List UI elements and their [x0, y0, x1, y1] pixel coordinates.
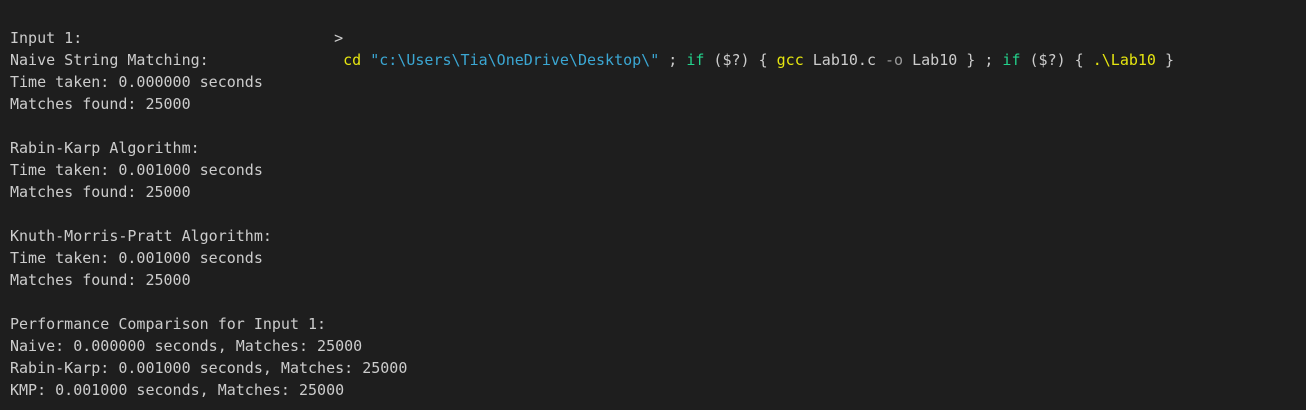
command-token: { [758, 51, 768, 69]
command-token: if [1002, 51, 1021, 69]
command-token: { [1074, 51, 1084, 69]
command-token: ; [984, 51, 994, 69]
command-token: gcc [776, 51, 804, 69]
command-token: if [686, 51, 705, 69]
output-line: Rabin-Karp Algorithm: [10, 139, 200, 157]
output-line: Time taken: 0.001000 seconds [10, 161, 263, 179]
output-line: Performance Comparison for Input 1: [10, 315, 327, 333]
output-line: Matches found: 25000 [10, 95, 191, 113]
output-line: Knuth-Morris-Pratt Algorithm: [10, 227, 272, 245]
command-token: } [966, 51, 976, 69]
command-line: > cd "c:\Users\Tia\OneDrive\Desktop\" ; … [298, 5, 1174, 93]
output-line: Naive: 0.000000 seconds, Matches: 25000 [10, 337, 363, 355]
command-token: ($?) [713, 51, 750, 69]
output-line: Naive String Matching: [10, 51, 209, 69]
output-line: Matches found: 25000 [10, 271, 191, 289]
command-token: } [1164, 51, 1175, 69]
output-line: Rabin-Karp: 0.001000 seconds, Matches: 2… [10, 359, 408, 377]
command-tokens: cd "c:\Users\Tia\OneDrive\Desktop\" ; if… [334, 51, 1174, 69]
output-line: KMP: 0.001000 seconds, Matches: 25000 [10, 381, 345, 399]
output-line: Matches found: 25000 [10, 183, 191, 201]
command-token: ($?) [1029, 51, 1066, 69]
command-token: Lab10.c [812, 51, 876, 69]
terminal-output: Input 1: Naive String Matching: Time taken… [10, 27, 407, 401]
terminal-panel[interactable]: > cd "c:\Users\Tia\OneDrive\Desktop\" ; … [0, 0, 1306, 410]
command-token: "c:\Users\Tia\OneDrive\Desktop\" [370, 51, 660, 69]
command-token: -o [885, 51, 904, 69]
command-token: .\Lab10 [1092, 51, 1156, 69]
command-token: Lab10 [912, 51, 958, 69]
command-token: ; [668, 51, 678, 69]
output-line: Input 1: [10, 29, 83, 47]
output-line: Time taken: 0.001000 seconds [10, 249, 263, 267]
output-line: Time taken: 0.000000 seconds [10, 73, 263, 91]
